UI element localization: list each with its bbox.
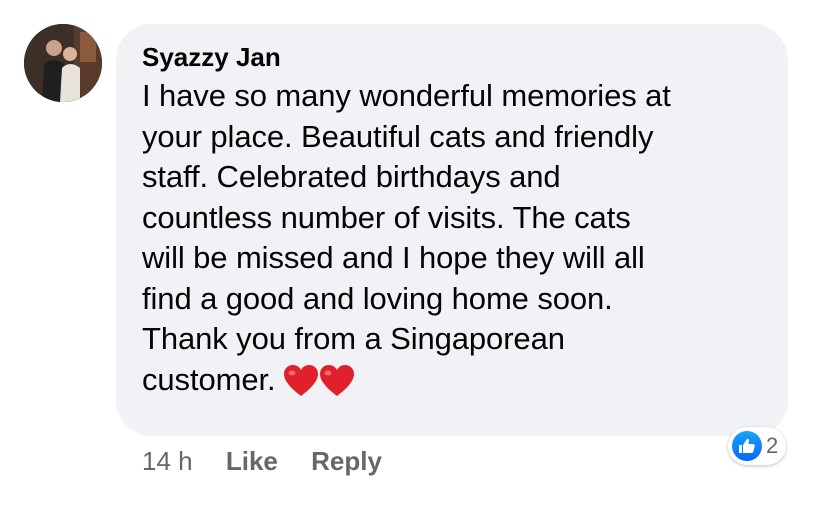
comment: Syazzy Jan I have so many wonderful memo…: [0, 0, 827, 505]
reaction-summary[interactable]: 2: [728, 427, 787, 465]
comment-body: I have so many wonderful memories at you…: [142, 78, 671, 397]
like-button[interactable]: Like: [226, 446, 278, 476]
like-icon: [732, 431, 762, 461]
comment-actions: 14 h Like Reply: [142, 443, 408, 479]
comment-bubble: Syazzy Jan I have so many wonderful memo…: [116, 24, 788, 436]
reaction-count: 2: [766, 433, 779, 458]
comment-text: I have so many wonderful memories at you…: [142, 76, 762, 402]
heart-icon: [284, 364, 319, 396]
reply-button[interactable]: Reply: [311, 446, 382, 476]
comment-timestamp[interactable]: 14 h: [142, 446, 193, 476]
heart-emojis: [283, 359, 355, 400]
avatar-photo: [24, 24, 102, 102]
avatar[interactable]: [24, 24, 102, 102]
author-name[interactable]: Syazzy Jan: [142, 40, 762, 74]
thumbs-up-icon: [739, 438, 755, 453]
heart-icon: [320, 364, 355, 396]
